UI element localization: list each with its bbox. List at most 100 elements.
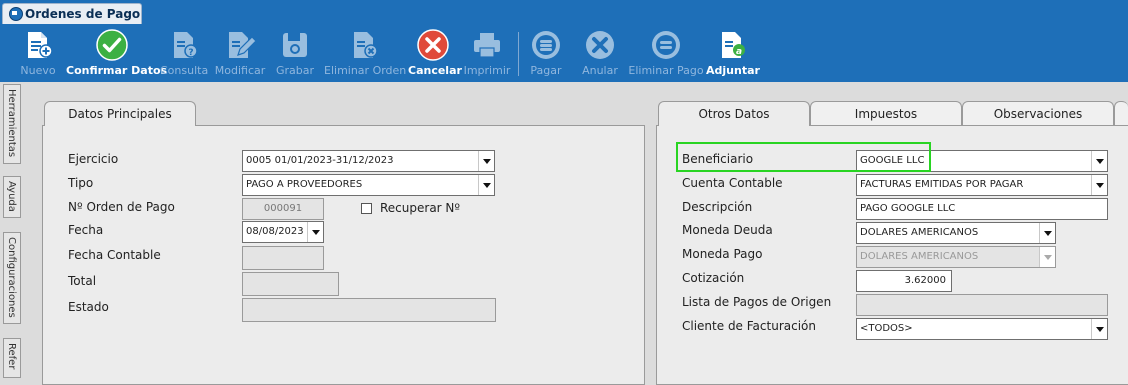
side-tab-ayuda[interactable]: Ayuda xyxy=(3,176,21,218)
cliente-facturacion-label: Cliente de Facturación xyxy=(682,319,816,333)
tab-impuestos[interactable]: Impuestos xyxy=(810,101,962,126)
moneda-deuda-select[interactable]: DOLARES AMERICANOS xyxy=(856,222,1056,244)
side-tab-label: Herramientas xyxy=(6,89,17,158)
edit-document-icon xyxy=(229,32,256,58)
lista-pagos-label: Lista de Pagos de Origen xyxy=(682,295,832,309)
side-tab-herramientas[interactable]: Herramientas xyxy=(3,84,21,164)
chevron-down-icon[interactable] xyxy=(307,222,323,242)
window-tab[interactable]: Ordenes de Pago xyxy=(2,3,142,24)
side-tab-label: Configuraciones xyxy=(6,237,17,318)
moneda-pago-label: Moneda Pago xyxy=(682,247,763,261)
pagar-button[interactable]: Pagar xyxy=(524,26,568,82)
side-tab-configuraciones[interactable]: Configuraciones xyxy=(3,232,21,324)
anular-label: Anular xyxy=(582,64,618,77)
cliente-facturacion-value: <TODOS> xyxy=(860,323,913,334)
cuenta-contable-select[interactable]: FACTURAS EMITIDAS POR PAGAR xyxy=(856,174,1108,196)
moneda-pago-value: DOLARES AMERICANOS xyxy=(860,251,979,262)
checkmark-icon xyxy=(96,29,128,61)
descripcion-value: PAGO GOOGLE LLC xyxy=(860,203,956,214)
chevron-down-icon[interactable] xyxy=(1039,223,1055,243)
tipo-label: Tipo xyxy=(68,176,94,190)
beneficiario-highlight xyxy=(676,142,931,172)
ejercicio-value: 0005 01/01/2023-31/12/2023 xyxy=(246,155,394,166)
estado-field[interactable] xyxy=(242,298,496,322)
tab-otros-datos[interactable]: Otros Datos xyxy=(658,101,810,126)
cancelar-label: Cancelar xyxy=(408,64,462,77)
delete-document-icon xyxy=(354,32,378,58)
modificar-label: Modificar xyxy=(214,64,266,77)
tab-datos-principales[interactable]: Datos Principales xyxy=(44,101,196,126)
chevron-down-icon[interactable] xyxy=(1039,247,1055,267)
chevron-down-icon[interactable] xyxy=(1091,319,1107,339)
adjuntar-label: Adjuntar xyxy=(706,64,760,77)
ejercicio-select[interactable]: 0005 01/01/2023-31/12/2023 xyxy=(242,150,495,172)
modificar-button[interactable]: Modificar xyxy=(212,26,268,82)
grabar-button[interactable]: Grabar xyxy=(272,26,318,82)
fecha-value: 08/08/2023 xyxy=(246,226,304,237)
adjuntar-button[interactable]: a Adjuntar xyxy=(706,26,760,82)
ejercicio-label: Ejercicio xyxy=(68,152,119,166)
tab-label: Otros Datos xyxy=(698,107,770,121)
moneda-pago-select[interactable]: DOLARES AMERICANOS xyxy=(856,246,1056,268)
save-disk-icon xyxy=(283,33,307,57)
side-tab-label: Refer xyxy=(6,343,17,370)
confirmar-datos-button[interactable]: Confirmar Datos xyxy=(66,26,168,82)
tipo-select[interactable]: PAGO A PROVEEDORES xyxy=(242,174,495,196)
total-label: Total xyxy=(68,274,97,288)
imprimir-label: Imprimir xyxy=(463,64,511,77)
cotizacion-value: 3.62000 xyxy=(904,275,946,286)
chevron-down-icon[interactable] xyxy=(478,151,494,171)
cancelar-button[interactable]: Cancelar xyxy=(408,26,462,82)
estado-label: Estado xyxy=(68,300,109,314)
descripcion-label: Descripción xyxy=(682,200,753,214)
void-icon xyxy=(586,31,614,59)
toolbar-separator xyxy=(518,32,519,76)
cliente-facturacion-select[interactable]: <TODOS> xyxy=(856,318,1108,340)
lista-pagos-field[interactable] xyxy=(856,294,1108,316)
eliminar-pago-button[interactable]: Eliminar Pago xyxy=(628,26,704,82)
eliminar-orden-button[interactable]: Eliminar Orden xyxy=(324,26,407,82)
moneda-deuda-value: DOLARES AMERICANOS xyxy=(860,227,979,238)
nuevo-label: Nuevo xyxy=(20,64,56,77)
svg-text:a: a xyxy=(736,47,742,57)
tab-observaciones[interactable]: Observaciones xyxy=(962,101,1114,126)
chevron-down-icon[interactable] xyxy=(1091,175,1107,195)
query-document-icon: ? xyxy=(174,32,198,58)
consulta-button[interactable]: ? Consulta xyxy=(160,26,208,82)
fecha-contable-label: Fecha Contable xyxy=(68,248,161,262)
cotizacion-label: Cotización xyxy=(682,271,745,285)
eliminar-orden-label: Eliminar Orden xyxy=(324,64,407,77)
chevron-down-icon[interactable] xyxy=(1091,151,1107,171)
app-icon xyxy=(9,7,23,21)
confirmar-label: Confirmar Datos xyxy=(66,64,168,77)
anular-button[interactable]: Anular xyxy=(578,26,622,82)
numero-field[interactable]: 000091 xyxy=(242,198,324,220)
cuenta-contable-label: Cuenta Contable xyxy=(682,176,783,190)
recuperar-label: Recuperar Nº xyxy=(380,201,461,215)
pagar-label: Pagar xyxy=(530,64,562,77)
fecha-contable-field[interactable] xyxy=(242,246,324,270)
recuperar-checkbox[interactable] xyxy=(361,203,372,214)
side-tab-referencias[interactable]: Refer xyxy=(3,338,21,378)
eliminar-pago-label: Eliminar Pago xyxy=(628,64,704,77)
cuenta-contable-value: FACTURAS EMITIDAS POR PAGAR xyxy=(860,179,1024,190)
tab-label: Observaciones xyxy=(993,107,1083,121)
window-title: Ordenes de Pago xyxy=(25,7,141,21)
side-tab-bar: Herramientas Ayuda Configuraciones Refer xyxy=(0,82,22,378)
descripcion-field[interactable]: PAGO GOOGLE LLC xyxy=(856,198,1108,220)
chevron-down-icon[interactable] xyxy=(478,175,494,195)
total-field[interactable] xyxy=(242,272,339,296)
tab-label: Impuestos xyxy=(854,107,918,121)
tab-overflow[interactable] xyxy=(1114,101,1128,126)
side-tab-label: Ayuda xyxy=(6,181,17,212)
imprimir-button[interactable]: Imprimir xyxy=(462,26,512,82)
datos-principales-panel: Ejercicio Tipo Nº Orden de Pago Fecha Fe… xyxy=(42,125,645,385)
title-bar: Ordenes de Pago xyxy=(0,0,1128,26)
fecha-picker[interactable]: 08/08/2023 xyxy=(242,221,324,243)
cotizacion-field[interactable]: 3.62000 xyxy=(856,270,952,292)
toolbar: Nuevo Confirmar Datos ? Consulta Modific… xyxy=(0,26,1128,82)
nuevo-button[interactable]: Nuevo xyxy=(18,26,58,82)
fecha-label: Fecha xyxy=(68,223,104,237)
tab-label: Datos Principales xyxy=(68,107,172,121)
attach-document-icon: a xyxy=(722,32,745,58)
